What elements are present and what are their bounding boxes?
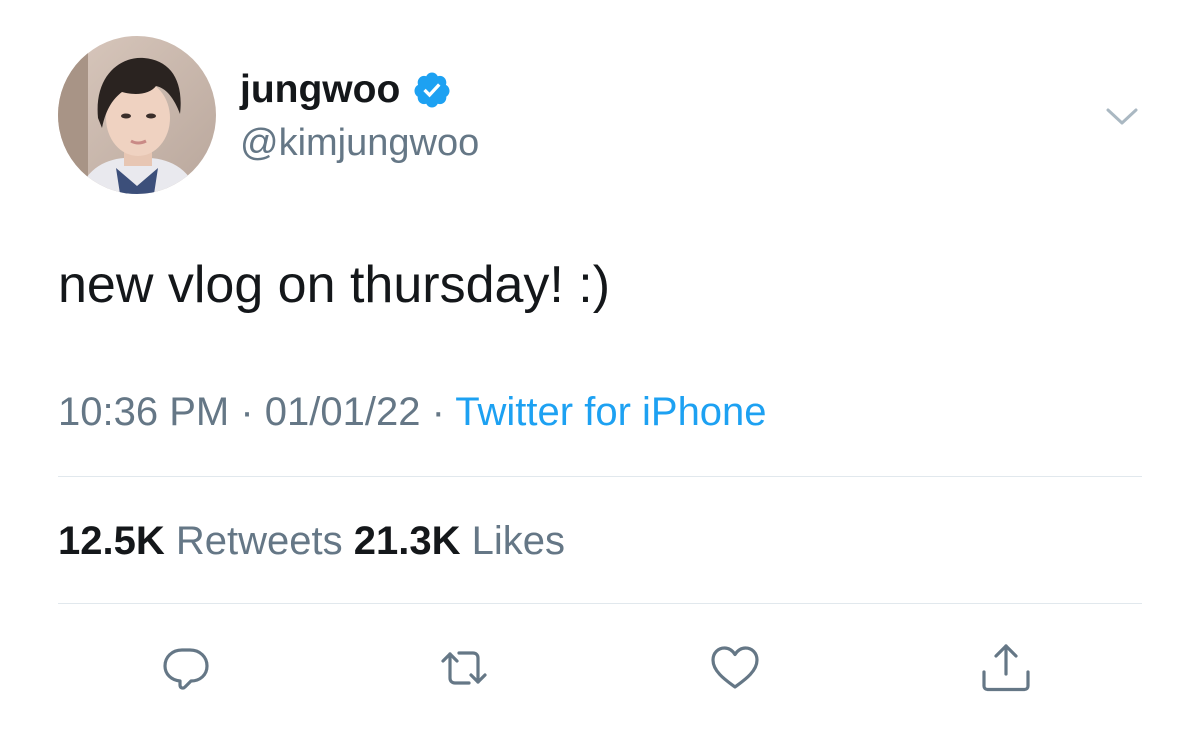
- tweet-card: jungwoo @kimjungwoo new vlog on thursday…: [0, 0, 1200, 732]
- like-button[interactable]: [707, 640, 763, 696]
- meta-separator: ·: [420, 390, 456, 434]
- reply-icon: [163, 648, 209, 690]
- tweet-source-link[interactable]: Twitter for iPhone: [455, 390, 766, 434]
- likes-label: Likes: [471, 519, 566, 563]
- tweet-date: 01/01/22: [264, 390, 421, 434]
- user-handle[interactable]: @kimjungwoo: [240, 122, 479, 165]
- tweet-text: new vlog on thursday! :): [58, 256, 611, 314]
- like-icon: [711, 646, 759, 689]
- author-row: jungwoo: [240, 66, 452, 114]
- retweets-stat[interactable]: 12.5K Retweets: [58, 519, 343, 563]
- avatar[interactable]: [58, 36, 216, 194]
- divider: [58, 476, 1142, 477]
- share-button[interactable]: [978, 640, 1034, 696]
- chevron-down-icon[interactable]: [1102, 100, 1142, 132]
- divider: [58, 603, 1142, 604]
- retweet-button[interactable]: [436, 640, 492, 696]
- display-name[interactable]: jungwoo: [240, 68, 400, 112]
- retweet-icon: [441, 651, 487, 685]
- tweet-time: 10:36 PM: [58, 390, 230, 434]
- tweet-meta: 10:36 PM · 01/01/22 · Twitter for iPhone: [58, 390, 767, 435]
- retweets-count: 12.5K: [58, 519, 165, 563]
- tweet-stats: 12.5K Retweets 21.3K Likes: [58, 519, 565, 564]
- likes-count: 21.3K: [353, 519, 461, 563]
- reply-button[interactable]: [158, 640, 214, 696]
- likes-stat[interactable]: 21.3K Likes: [354, 519, 565, 563]
- verified-badge-icon: [412, 70, 452, 110]
- meta-separator: ·: [229, 390, 265, 434]
- share-icon: [982, 644, 1030, 692]
- retweets-label: Retweets: [175, 519, 343, 563]
